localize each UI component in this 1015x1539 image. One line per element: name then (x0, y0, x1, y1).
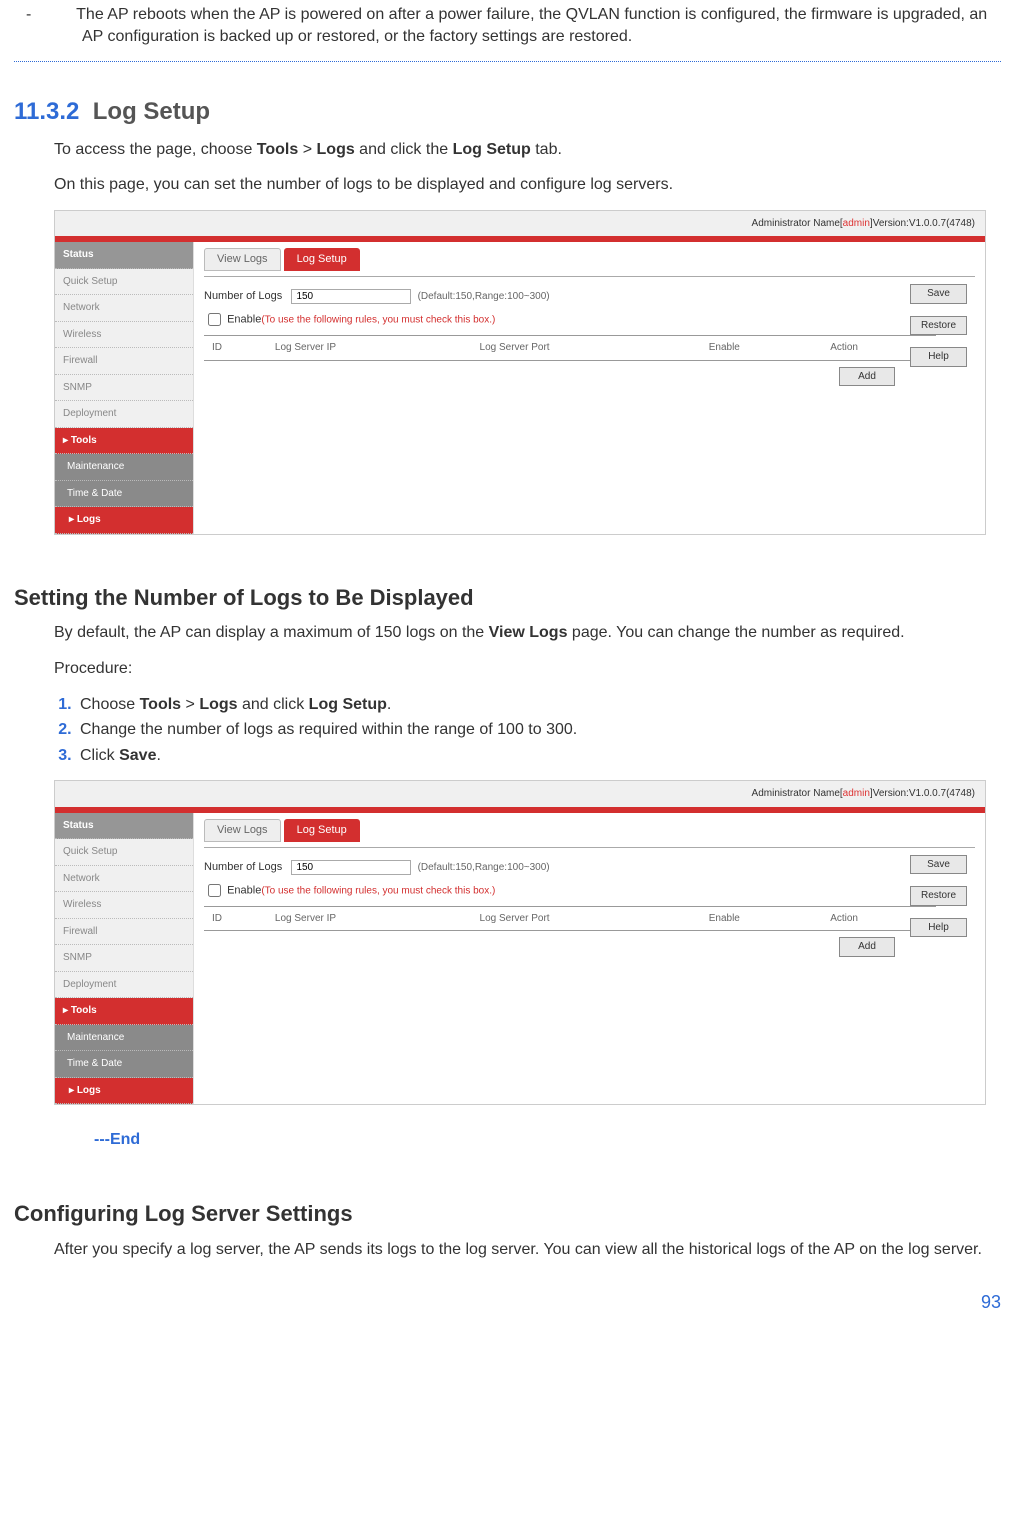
screenshot-log-setup-1: Administrator Name[admin]Version:V1.0.0.… (54, 210, 986, 535)
log-server-table: ID Log Server IP Log Server Port Enable … (204, 335, 936, 361)
sidebar-item-status[interactable]: Status (55, 242, 193, 269)
enable-label: Enable (227, 314, 261, 326)
sidebar-item-deployment[interactable]: Deployment (55, 972, 193, 999)
tab-view-logs[interactable]: View Logs (204, 819, 281, 842)
sidebar-item-maintenance[interactable]: Maintenance (55, 1025, 193, 1052)
help-button[interactable]: Help (910, 918, 967, 938)
num-logs-hint: (Default:150,Range:100~300) (418, 291, 550, 302)
sidebar-item-tools[interactable]: ▸ Tools (55, 998, 193, 1025)
procedure-label: Procedure: (54, 658, 1001, 680)
tab-view-logs[interactable]: View Logs (204, 248, 281, 271)
sidebar-item-network[interactable]: Network (55, 295, 193, 322)
help-button[interactable]: Help (910, 347, 967, 367)
tabs: View Logs Log Setup (204, 248, 975, 271)
num-logs-label: Number of Logs (204, 861, 282, 873)
tab-log-setup[interactable]: Log Setup (284, 819, 360, 842)
note-item: - The AP reboots when the AP is powered … (14, 4, 1001, 47)
num-logs-input[interactable] (291, 860, 411, 875)
log-server-table: ID Log Server IP Log Server Port Enable … (204, 906, 936, 932)
procedure-steps: Choose Tools > Logs and click Log Setup.… (54, 694, 1001, 767)
intro-paragraph-1: To access the page, choose Tools > Logs … (54, 139, 1001, 161)
sidebar-item-status[interactable]: Status (55, 813, 193, 840)
sidebar-item-maintenance[interactable]: Maintenance (55, 454, 193, 481)
sidebar-item-firewall[interactable]: Firewall (55, 919, 193, 946)
enable-hint: (To use the following rules, you must ch… (261, 885, 495, 896)
add-button[interactable]: Add (839, 367, 895, 387)
sidebar-item-snmp[interactable]: SNMP (55, 945, 193, 972)
sidebar: Status Quick Setup Network Wireless Fire… (55, 813, 194, 1105)
note-text: The AP reboots when the AP is powered on… (76, 6, 987, 45)
step-1: Choose Tools > Logs and click Log Setup. (76, 694, 1001, 716)
section-title: Log Setup (93, 98, 210, 125)
sidebar-item-wireless[interactable]: Wireless (55, 322, 193, 349)
subheading-setting-number: Setting the Number of Logs to Be Display… (14, 583, 1001, 613)
enable-hint: (To use the following rules, you must ch… (261, 315, 495, 326)
step-3: Click Save. (76, 745, 1001, 767)
th-port: Log Server Port (474, 338, 701, 358)
add-button[interactable]: Add (839, 937, 895, 957)
th-ip: Log Server IP (269, 909, 472, 929)
th-id: ID (206, 338, 267, 358)
save-button[interactable]: Save (910, 855, 967, 875)
page-number: 93 (14, 1290, 1001, 1314)
window-titlebar: Administrator Name[admin]Version:V1.0.0.… (55, 781, 985, 807)
section-heading: 11.3.2 Log Setup (14, 96, 1001, 128)
sidebar-item-firewall[interactable]: Firewall (55, 348, 193, 375)
sidebar: Status Quick Setup Network Wireless Fire… (55, 242, 194, 534)
sidebar-item-wireless[interactable]: Wireless (55, 892, 193, 919)
num-logs-input[interactable] (291, 289, 411, 304)
th-enable: Enable (703, 338, 822, 358)
th-id: ID (206, 909, 267, 929)
tab-log-setup[interactable]: Log Setup (284, 248, 360, 271)
subheading-log-server: Configuring Log Server Settings (14, 1199, 1001, 1229)
enable-label: Enable (227, 884, 261, 896)
sidebar-item-time-date[interactable]: Time & Date (55, 1051, 193, 1078)
save-button[interactable]: Save (910, 284, 967, 304)
sidebar-item-snmp[interactable]: SNMP (55, 375, 193, 402)
section-number: 11.3.2 (14, 98, 79, 125)
dash-icon: - (54, 4, 72, 26)
sub1-paragraph: By default, the AP can display a maximum… (54, 622, 1001, 644)
num-logs-label: Number of Logs (204, 290, 282, 302)
sidebar-item-quick-setup[interactable]: Quick Setup (55, 269, 193, 296)
sidebar-item-logs[interactable]: ▸ Logs (55, 1078, 193, 1105)
screenshot-log-setup-2: Administrator Name[admin]Version:V1.0.0.… (54, 780, 986, 1105)
divider (14, 61, 1001, 62)
intro-paragraph-2: On this page, you can set the number of … (54, 174, 1001, 196)
restore-button[interactable]: Restore (910, 316, 967, 336)
restore-button[interactable]: Restore (910, 886, 967, 906)
sidebar-item-network[interactable]: Network (55, 866, 193, 893)
enable-checkbox[interactable] (208, 313, 221, 326)
tabs: View Logs Log Setup (204, 819, 975, 842)
window-titlebar: Administrator Name[admin]Version:V1.0.0.… (55, 211, 985, 237)
sidebar-item-logs[interactable]: ▸ Logs (55, 507, 193, 534)
num-logs-hint: (Default:150,Range:100~300) (418, 862, 550, 873)
sidebar-item-quick-setup[interactable]: Quick Setup (55, 839, 193, 866)
th-ip: Log Server IP (269, 338, 472, 358)
sidebar-item-deployment[interactable]: Deployment (55, 401, 193, 428)
th-port: Log Server Port (474, 909, 701, 929)
enable-checkbox[interactable] (208, 884, 221, 897)
sidebar-item-tools[interactable]: ▸ Tools (55, 428, 193, 455)
sidebar-item-time-date[interactable]: Time & Date (55, 481, 193, 508)
sub2-paragraph: After you specify a log server, the AP s… (54, 1239, 1001, 1261)
step-2: Change the number of logs as required wi… (76, 719, 1001, 741)
th-enable: Enable (703, 909, 822, 929)
end-marker: ---End (94, 1129, 1001, 1151)
